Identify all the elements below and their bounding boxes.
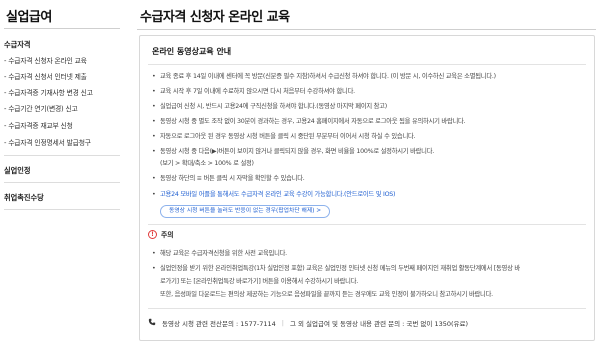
bullet-item: • 동영상 시청 중 다음(▶)버튼이 보이지 않거나 클릭되지 않을 경우, 화… [152, 148, 435, 155]
notice-item: • 해당 교육은 수급자격신청을 위한 사전 교육입니다. [152, 250, 287, 257]
bullet-item-mobile: • 고용24 모바일 어플을 통해서도 수급자격 온라인 교육 수강이 가능합니다… [152, 191, 396, 198]
sidebar-divider [4, 28, 120, 29]
phone-icon [148, 318, 156, 328]
sidebar-section-eligibility[interactable]: 수급자격 [4, 40, 120, 50]
notice-item: • 실업인정을 받기 위한 온라인취업특강(1차 실업인정 포함) 교육은 실업인… [152, 265, 520, 272]
sidebar-item-application-submit[interactable]: - 수급자격 신청서 인터넷 제출 [4, 71, 87, 81]
notice-header: ! 주의 [148, 229, 174, 239]
page-title: 수급자격 신청자 온라인 교육 [140, 10, 290, 25]
panel-divider [148, 64, 586, 65]
panel-divider [148, 308, 586, 309]
sidebar-title: 실업급여 [6, 10, 52, 25]
panel-heading: 온라인 동영상교육 안내 [152, 47, 232, 56]
notice-item-cont: 로가기] 또는 [온라인취업특강 바로가기] 버튼을 이용해서 수강하시기 바랍… [160, 278, 359, 285]
bullet-item: • 자동으로 로그아웃 된 경우 동영상 시청 버튼을 클릭 시 중단된 부분부터… [152, 133, 416, 140]
alert-icon: ! [148, 229, 157, 239]
bullet-subnote: (보기 > 확대/축소 > 100% 로 설정) [160, 160, 254, 167]
title-divider [137, 29, 596, 30]
notice-label: 주의 [161, 231, 174, 239]
bullet-item: • 동영상 하단의 ≡ 버튼 클릭 시 자막을 확인할 수 있습니다. [152, 175, 305, 182]
sidebar-divider [4, 182, 120, 183]
sidebar-divider [4, 155, 120, 156]
footer-separator: | [281, 319, 284, 327]
bullet-item: • 동영상 시청 중 별도 조작 없이 30분이 경과하는 경우, 고용24 홈페… [152, 118, 466, 125]
sidebar-section-unemployment-recognition[interactable]: 실업인정 [4, 166, 120, 176]
sidebar: 실업급여 수급자격 - 수급자격 신청자 온라인 교육 - 수급자격 신청서 인… [0, 0, 128, 346]
sidebar-item-online-education[interactable]: - 수급자격 신청자 온라인 교육 [4, 55, 87, 65]
bullet-item: • 교육 종료 후 14일 이내에 센터에 꼭 방문(신분증 필수 지참)하셔서 … [152, 73, 496, 80]
notice-item-cont: 또한, 음성파일 다운로드는 편의상 제공하는 기능으로 음성파일을 끝까지 듣… [160, 291, 493, 298]
sidebar-item-reissue[interactable]: - 수급자격증 재교부 신청 [4, 120, 73, 130]
contact-footer: 동영상 시청 관련 전산문의 : 1577-7114 | 그 외 실업급여 및 … [148, 318, 586, 328]
bullet-item: • 실업급여 신청 시, 반드시 고용24에 구직신청을 하셔야 합니다.(동영상… [152, 103, 387, 110]
panel-divider [148, 224, 586, 225]
sidebar-item-statement-request[interactable]: - 수급자격 인정명세서 발급청구 [4, 137, 91, 147]
popup-block-help-button[interactable]: 동영상 시청 버튼을 눌러도 반응이 없는 경우(팝업차단 해제) > [160, 205, 331, 218]
footer-general-contact: 그 외 실업급여 및 동영상 내용 관련 문의 : 국번 없이 1350(유료) [289, 320, 469, 328]
sidebar-divider [4, 209, 120, 210]
footer-it-contact: 동영상 시청 관련 전산문의 : 1577-7114 [162, 320, 276, 328]
bullet-item: • 교육 시작 후 7일 이내에 수료하지 않으시면 다시 처음부터 수강하셔야 … [152, 88, 355, 95]
sidebar-item-change-report[interactable]: - 수급자격증 기재사항 변경 신고 [4, 87, 93, 97]
sidebar-item-period-extension[interactable]: - 수급기간 연기(변경) 신고 [4, 103, 78, 113]
sidebar-section-employment-allowance[interactable]: 취업촉진수당 [4, 193, 120, 203]
info-panel: 온라인 동영상교육 안내 • 교육 종료 후 14일 이내에 센터에 꼭 방문(신… [139, 35, 595, 341]
